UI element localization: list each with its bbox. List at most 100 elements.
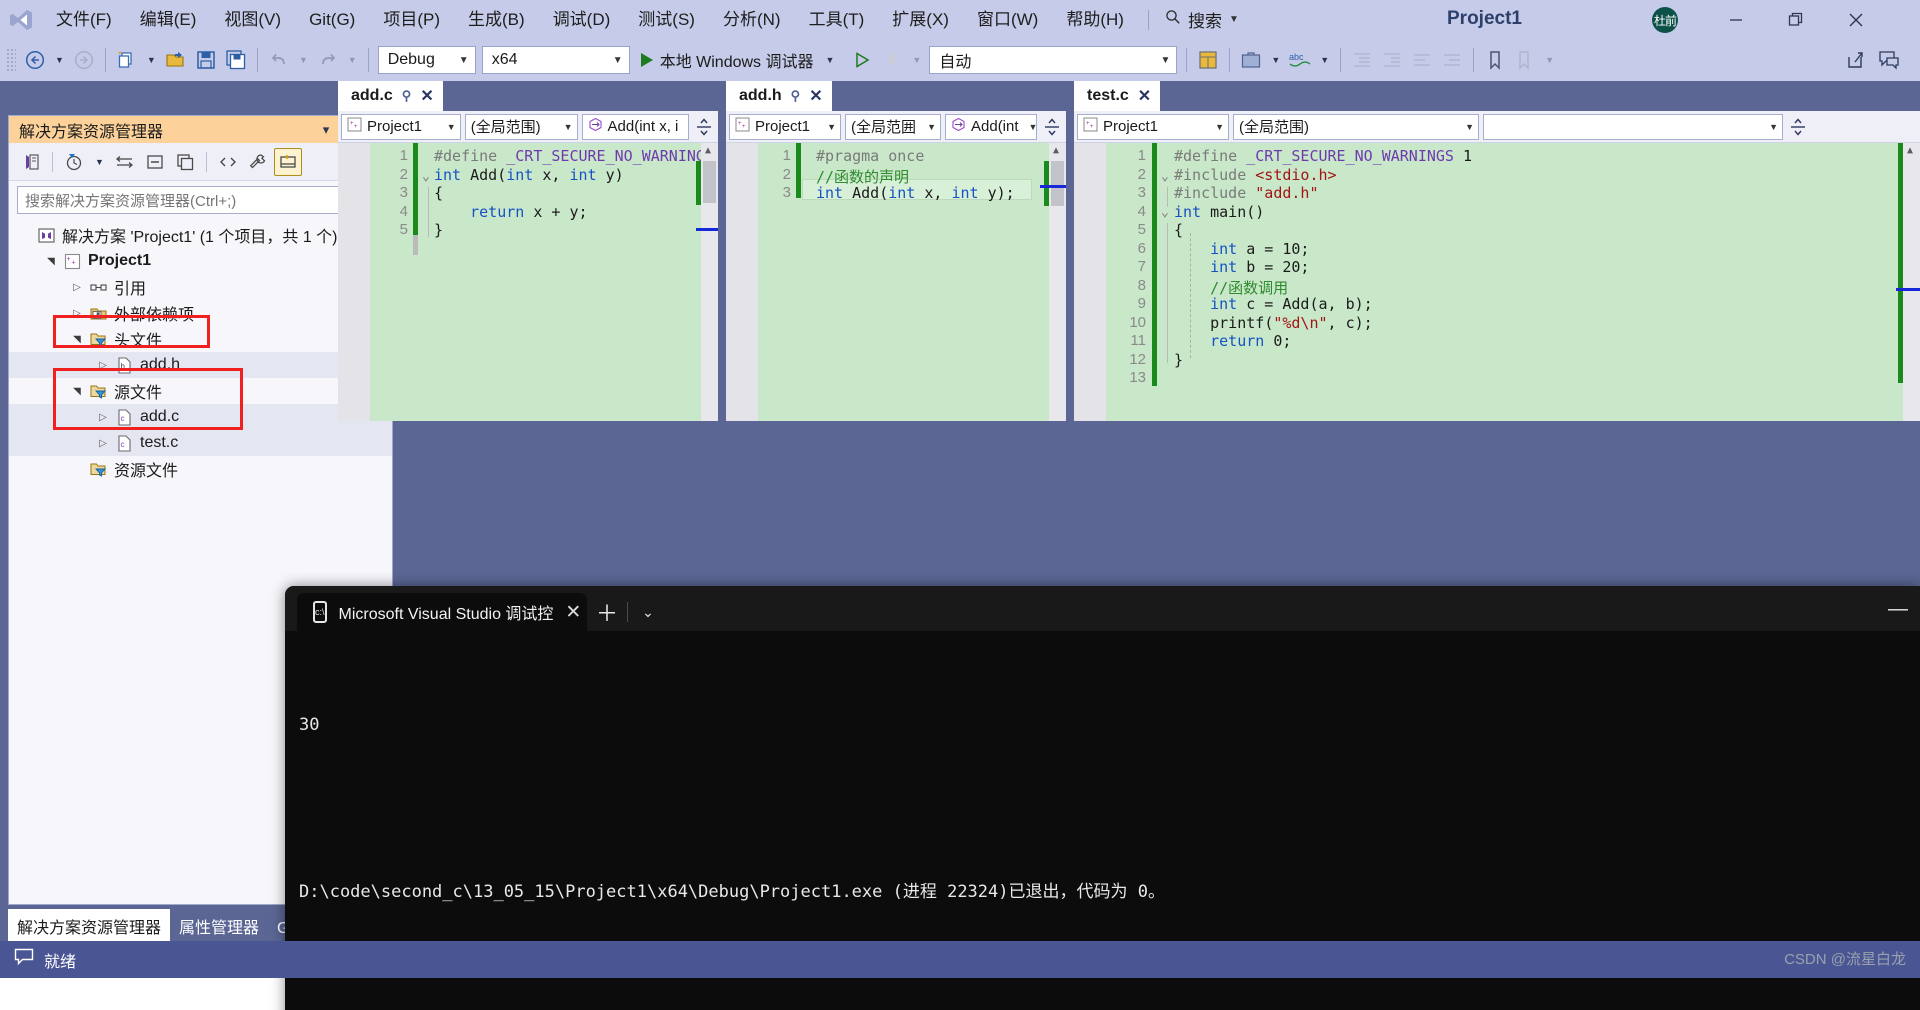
split-view-icon[interactable] [693,117,715,136]
tab-addh[interactable]: add.h ⚲ ✕ [726,81,832,111]
sync-with-active-document-icon[interactable] [111,148,139,176]
bookmark-icon[interactable] [1480,45,1510,75]
share-icon[interactable] [1840,45,1870,75]
save-icon[interactable] [191,45,221,75]
close-button[interactable] [1832,0,1880,39]
tree-item-[interactable]: ▷ 引用 [9,274,392,300]
minimize-icon[interactable]: — [1888,598,1908,621]
menu-item-0[interactable]: 文件(F) [42,7,126,33]
vertical-scrollbar-testc[interactable]: ▲ [1903,143,1920,421]
toolbar-grip[interactable] [6,48,16,72]
scrollbar-thumb[interactable] [1051,161,1064,206]
chevron-down-icon[interactable]: ▼ [90,157,109,167]
nav-scope-dropdown-addh[interactable]: (全局范囲 ▼ [845,113,941,140]
open-file-icon[interactable] [161,45,191,75]
global-search[interactable]: 搜索 ▼ [1159,5,1245,34]
save-all-icon[interactable] [221,45,251,75]
close-icon[interactable]: ✕ [809,86,822,106]
vertical-scrollbar-addc[interactable]: ▲ [701,143,718,421]
new-dropdown-icon[interactable]: ▼ [142,55,161,65]
tree-item-[interactable]: 资源文件 [9,456,392,482]
scrollbar-thumb[interactable] [703,161,716,203]
hot-reload-dropdown-icon[interactable]: ▼ [907,55,926,65]
dock-tab-0[interactable]: 解决方案资源管理器 [8,909,171,943]
menu-item-12[interactable]: 帮助(H) [1052,7,1138,33]
tree-item-[interactable]: ▷ 外部依赖项 [9,300,392,326]
tree-item-Project111[interactable]: 解决方案 'Project1' (1 个项目，共 1 个) [9,222,392,248]
redo-dropdown-icon[interactable]: ▼ [343,55,362,65]
chevron-down-icon[interactable]: ▾ [316,119,336,141]
scroll-up-icon[interactable]: ▲ [1907,145,1913,156]
tab-addc[interactable]: add.c ⚲ ✕ [338,81,443,111]
chevron-collapsed-icon[interactable]: ▷ [95,412,111,423]
chevron-collapsed-icon[interactable]: ▷ [95,360,111,371]
scroll-up-icon[interactable]: ▲ [705,145,711,156]
tree-item-add.c[interactable]: ▷ c add.c [9,404,392,430]
pin-icon[interactable]: ⚲ [402,88,412,104]
navigate-forward-icon[interactable] [69,45,99,75]
menu-item-9[interactable]: 工具(T) [795,7,879,33]
spell-dropdown-icon[interactable]: ▼ [1315,55,1334,65]
pin-icon[interactable]: ⚲ [791,88,801,104]
spell-check-icon[interactable]: abc [1285,45,1315,75]
vs-home-icon[interactable] [17,148,45,176]
undo-icon[interactable] [264,45,294,75]
nav-member-dropdown-addh[interactable]: Add(int ▼ [945,113,1037,140]
pending-changes-icon[interactable] [60,148,88,176]
chevron-down-icon[interactable]: ⌄ [628,593,668,631]
close-icon[interactable]: ✕ [420,86,433,106]
scroll-up-icon[interactable]: ▲ [1053,145,1059,156]
menu-item-7[interactable]: 测试(S) [624,7,709,33]
comment-icon[interactable] [1407,45,1437,75]
dock-tab-1[interactable]: 属性管理器 [170,909,268,943]
nav-member-dropdown-testc[interactable]: ▼ [1483,113,1783,140]
code-editor-addc[interactable]: 1 #define _CRT_SECURE_NO_WARNINGS 1 2 int A… [338,143,718,421]
split-view-icon[interactable] [1041,117,1063,136]
redo-icon[interactable] [313,45,343,75]
chevron-collapsed-icon[interactable]: ▷ [95,438,111,449]
properties-wrench-icon[interactable] [244,148,272,176]
start-debugging-button[interactable]: 本地 Windows 调试器 ▼ [633,45,848,75]
code-view-icon[interactable] [214,148,242,176]
fold-marker[interactable]: ⌄ [422,169,430,184]
process-dropdown[interactable]: 自动 ▼ [929,46,1178,74]
indent-decrease-icon[interactable] [1347,45,1377,75]
feedback-icon[interactable] [1874,45,1904,75]
tree-item-Project1[interactable]: ◢ + + Project1 [9,248,392,274]
minimize-button[interactable] [1712,0,1760,39]
toolbox-dropdown-icon[interactable]: ▼ [1266,55,1285,65]
fold-marker-main[interactable]: ⌄ [1161,205,1169,220]
preview-selected-items-icon[interactable] [273,147,302,176]
menu-item-11[interactable]: 窗口(W) [963,7,1052,33]
menu-item-3[interactable]: Git(G) [295,7,369,33]
platform-dropdown[interactable]: x64 ▼ [481,46,630,74]
nav-scope-dropdown-testc[interactable]: (全局范围) ▼ [1233,113,1479,140]
new-project-icon[interactable] [112,45,142,75]
chevron-collapsed-icon[interactable]: ▷ [69,308,85,319]
menu-item-4[interactable]: 项目(P) [369,7,454,33]
configuration-dropdown[interactable]: Debug ▼ [377,46,476,74]
menu-item-6[interactable]: 调试(D) [539,7,625,33]
nav-project-dropdown-addh[interactable]: + + Project1 ▼ [729,113,841,140]
chevron-expanded-icon[interactable]: ◢ [72,331,83,347]
uncomment-icon[interactable] [1437,45,1467,75]
tree-item-test.c[interactable]: ▷ c test.c [9,430,392,456]
chevron-expanded-icon[interactable]: ◢ [72,383,83,399]
chevron-collapsed-icon[interactable]: ▷ [69,282,85,293]
tree-item-[interactable]: ◢ 头文件 [9,326,392,352]
code-editor-testc[interactable]: 1 #define _CRT_SECURE_NO_WARNINGS 1 2 #incl… [1074,143,1920,421]
tree-item-[interactable]: ◢ 源文件 [9,378,392,404]
bookmark-add-icon[interactable] [1510,45,1540,75]
chevron-expanded-icon[interactable]: ◢ [46,253,57,269]
undo-dropdown-icon[interactable]: ▼ [294,55,313,65]
maximize-button[interactable] [1772,0,1820,39]
tree-item-add.h[interactable]: ▷ h add.h [9,352,392,378]
plus-icon[interactable]: ＋ [587,593,627,631]
menu-item-1[interactable]: 编辑(E) [126,7,211,33]
nav-member-dropdown-addc[interactable]: Add(int x, i ▼ [581,113,690,140]
split-view-icon[interactable] [1787,117,1809,136]
close-icon[interactable]: ✕ [565,601,581,624]
avatar[interactable]: 杜前 [1652,7,1678,33]
hot-reload-icon[interactable] [877,45,907,75]
close-icon[interactable]: ✕ [1138,86,1151,106]
